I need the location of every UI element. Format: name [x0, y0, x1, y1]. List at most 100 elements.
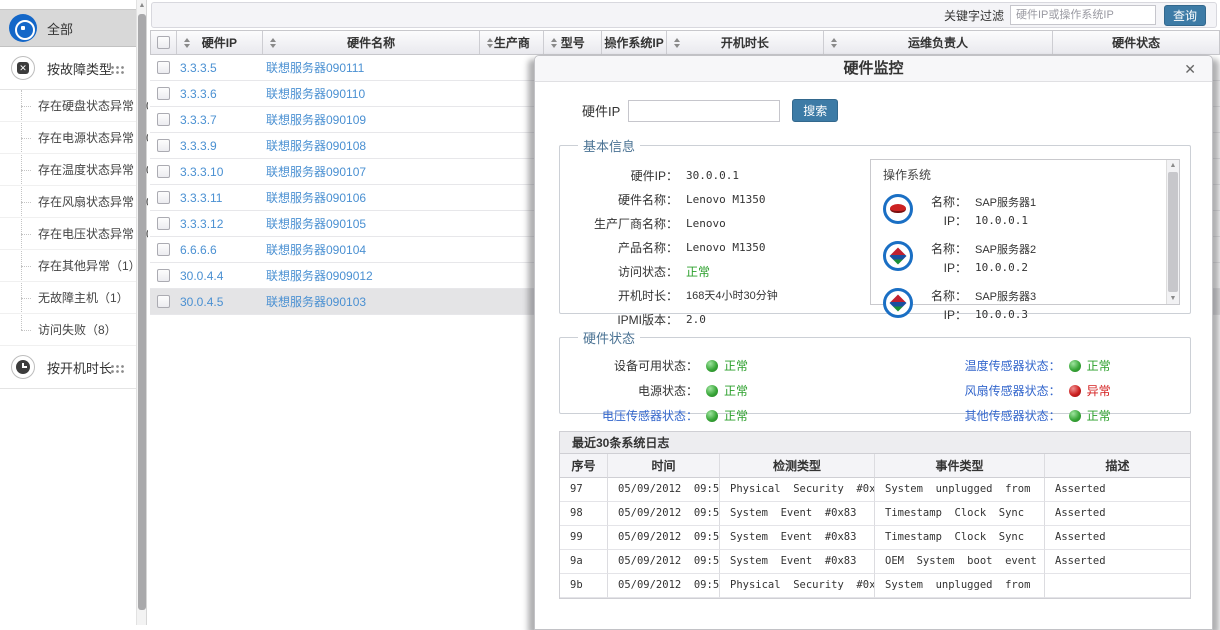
- hardware-name-link[interactable]: 联想服务器090103: [262, 293, 480, 310]
- scroll-up-arrow-icon[interactable]: ▲: [1167, 162, 1179, 169]
- hardware-ip-search-input[interactable]: [628, 100, 780, 122]
- sidebar-item-fan-abnormal[interactable]: 存在风扇状态异常（0）: [0, 186, 137, 218]
- os-entry: 名称：SAP服务器2 IP：10.0.0.2: [883, 239, 1153, 277]
- hardware-ip-link[interactable]: 30.0.4.4: [176, 269, 262, 283]
- row-checkbox[interactable]: [157, 139, 170, 152]
- os-panel-scrollbar[interactable]: ▲ ▼: [1166, 160, 1179, 304]
- os-ip: 10.0.0.1: [975, 214, 1028, 227]
- keyword-filter-input[interactable]: [1010, 5, 1156, 25]
- keyword-filter-label: 关键字过滤: [944, 7, 1004, 24]
- row-checkbox[interactable]: [157, 113, 170, 126]
- hardware-name-link[interactable]: 联想服务器090106: [262, 189, 480, 206]
- row-checkbox[interactable]: [157, 217, 170, 230]
- os-panel-title: 操作系统: [883, 166, 1153, 183]
- query-button[interactable]: 查询: [1164, 5, 1206, 26]
- scroll-down-arrow-icon[interactable]: ▼: [1167, 295, 1179, 302]
- os-entry: 名称：SAP服务器1 IP：10.0.0.1: [883, 192, 1153, 230]
- sidebar-item-access-failed[interactable]: 访问失败（8）: [0, 314, 137, 346]
- dialog-title: 硬件监控: [535, 56, 1212, 82]
- close-icon[interactable]: ✕: [1184, 61, 1196, 77]
- basic-info-legend: 基本信息: [578, 136, 640, 155]
- sidebar-group-uptime[interactable]: 按开机时长: [0, 346, 137, 389]
- sort-icon[interactable]: [270, 38, 276, 48]
- sidebar-item-power-abnormal[interactable]: 存在电源状态异常（0）: [0, 122, 137, 154]
- sort-icon[interactable]: [487, 38, 493, 48]
- status-text: 正常: [724, 357, 748, 374]
- hardware-ip-link[interactable]: 3.3.3.12: [176, 217, 262, 231]
- row-checkbox[interactable]: [157, 61, 170, 74]
- voltage-sensor-link[interactable]: 电压传感器状态：: [570, 407, 698, 424]
- log-row: 97 05/09/2012 09:57:11 Physical Security…: [560, 478, 1190, 502]
- hardware-ip-link[interactable]: 3.3.3.6: [176, 87, 262, 101]
- search-button[interactable]: 搜索: [792, 99, 838, 122]
- system-log-title: 最近30条系统日志: [559, 431, 1191, 454]
- hardware-name-link[interactable]: 联想服务器090109: [262, 111, 480, 128]
- sidebar-item-voltage-abnormal[interactable]: 存在电压状态异常（0）: [0, 218, 137, 250]
- grid-dots-menu-icon[interactable]: [110, 364, 125, 373]
- sort-icon[interactable]: [551, 38, 557, 48]
- hardware-ip-link[interactable]: 3.3.3.7: [176, 113, 262, 127]
- sort-icon[interactable]: [184, 38, 190, 48]
- row-checkbox[interactable]: [157, 87, 170, 100]
- hardware-name-link[interactable]: 联想服务器090105: [262, 215, 480, 232]
- os-scrollbar-thumb[interactable]: [1168, 172, 1178, 292]
- table-header-row: 硬件IP 硬件名称 生产商 型号 操作系统IP 开机时长 运维负责人 硬件状态: [150, 30, 1220, 55]
- manufacturer-value: Lenovo: [686, 217, 726, 230]
- row-checkbox[interactable]: [157, 243, 170, 256]
- green-status-dot-icon: [706, 410, 718, 422]
- hardware-ip-search-row: 硬件IP 搜索: [582, 99, 1212, 122]
- hardware-name-link[interactable]: 联想服务器090107: [262, 163, 480, 180]
- row-checkbox[interactable]: [157, 165, 170, 178]
- sidebar-item-disk-abnormal[interactable]: 存在硬盘状态异常（0）: [0, 90, 137, 122]
- row-checkbox[interactable]: [157, 269, 170, 282]
- red-status-dot-icon: [1069, 385, 1081, 397]
- hardware-name-link[interactable]: 联想服务器090110: [262, 85, 480, 102]
- hardware-ip-link[interactable]: 3.3.3.5: [176, 61, 262, 75]
- row-checkbox[interactable]: [157, 295, 170, 308]
- hardware-ip-link[interactable]: 3.3.3.10: [176, 165, 262, 179]
- sidebar-item-other-abnormal[interactable]: 存在其他异常（1）: [0, 250, 137, 282]
- other-sensor-link[interactable]: 其他传感器状态：: [851, 407, 1061, 424]
- hardware-ip-link[interactable]: 30.0.4.5: [176, 295, 262, 309]
- status-text: 正常: [724, 407, 748, 424]
- hardware-name-link[interactable]: 联想服务器090111: [262, 59, 480, 76]
- hardware-name-link[interactable]: 联想服务器090104: [262, 241, 480, 258]
- hardware-name-link[interactable]: 联想服务器0909012: [262, 267, 480, 284]
- hardware-name-link[interactable]: 联想服务器090108: [262, 137, 480, 154]
- filter-toolbar: 关键字过滤 查询: [151, 2, 1217, 28]
- hardware-ip-link[interactable]: 6.6.6.6: [176, 243, 262, 257]
- fault-sidebar: 全部 ✕ 按故障类型 存在硬盘状态异常（0） 存在电源状态异常（0） 存在温度状…: [0, 0, 147, 625]
- log-row: 9a 05/09/2012 09:57:35 System Event #0x8…: [560, 550, 1190, 574]
- hardware-ip-link[interactable]: 3.3.3.11: [176, 191, 262, 205]
- sidebar-scrollbar[interactable]: ▲: [136, 0, 146, 625]
- hardware-monitor-dialog: 硬件监控 ✕ 硬件IP 搜索 基本信息 硬件IP：30.0.0.1 硬件名称：L…: [534, 55, 1213, 630]
- hardware-status-legend: 硬件状态: [578, 328, 640, 347]
- hardware-name-value: Lenovo M1350: [686, 193, 765, 206]
- basic-info-fields: 硬件IP：30.0.0.1 硬件名称：Lenovo M1350 生产厂商名称：L…: [570, 159, 870, 305]
- linux-os-icon: [883, 288, 913, 318]
- os-name: SAP服务器2: [975, 241, 1036, 257]
- os-name: SAP服务器1: [975, 194, 1036, 210]
- all-target-icon: [9, 14, 37, 42]
- hardware-ip-link[interactable]: 3.3.3.9: [176, 139, 262, 153]
- grid-dots-menu-icon[interactable]: [110, 65, 125, 74]
- sidebar-item-all[interactable]: 全部: [0, 9, 137, 47]
- fan-sensor-link[interactable]: 风扇传感器状态：: [851, 382, 1061, 399]
- sort-icon[interactable]: [831, 38, 837, 48]
- sidebar-all-label: 全部: [47, 19, 73, 38]
- dialog-header: 硬件监控 ✕: [535, 56, 1212, 82]
- temp-sensor-link[interactable]: 温度传感器状态：: [851, 357, 1061, 374]
- sort-icon[interactable]: [609, 38, 615, 48]
- select-all-checkbox[interactable]: [157, 36, 170, 49]
- sidebar-item-no-fault[interactable]: 无故障主机（1）: [0, 282, 137, 314]
- log-row: 99 05/09/2012 09:57:16 System Event #0x8…: [560, 526, 1190, 550]
- status-text: 正常: [724, 382, 748, 399]
- operating-system-panel: 操作系统 名称：SAP服务器1 IP：10.0.0.1 名称：SAP服务器2 I…: [870, 159, 1180, 305]
- scroll-up-arrow-icon[interactable]: ▲: [138, 2, 146, 9]
- sidebar-group-fault-type[interactable]: ✕ 按故障类型: [0, 47, 137, 90]
- sort-icon[interactable]: [674, 38, 680, 48]
- sidebar-item-temp-abnormal[interactable]: 存在温度状态异常（0）: [0, 154, 137, 186]
- row-checkbox[interactable]: [157, 191, 170, 204]
- basic-info-section: 基本信息 硬件IP：30.0.0.1 硬件名称：Lenovo M1350 生产厂…: [559, 136, 1191, 314]
- sidebar-scrollbar-thumb[interactable]: [138, 14, 146, 610]
